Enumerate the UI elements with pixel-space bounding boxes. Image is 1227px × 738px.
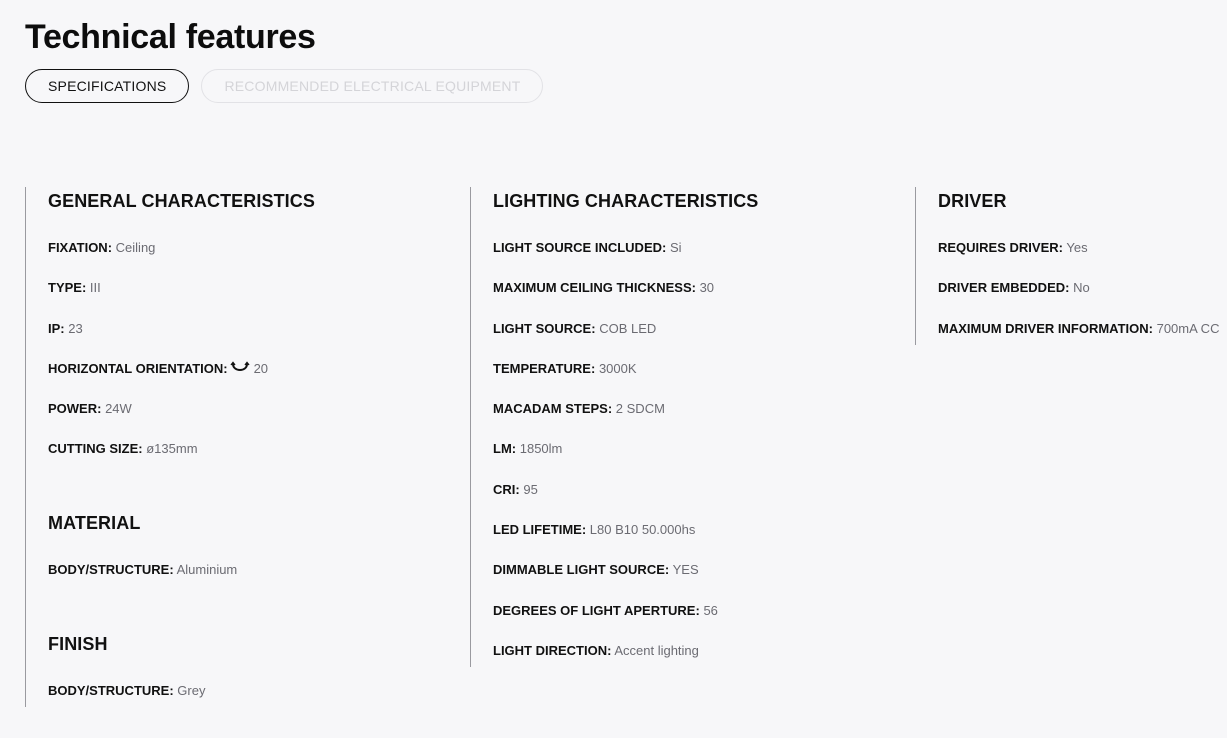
spec-label: TYPE: xyxy=(48,280,87,296)
spec-row-macadam-steps: MACADAM STEPS: 2 SDCM xyxy=(493,401,910,417)
driver-column: DRIVER REQUIRES DRIVER: Yes DRIVER EMBED… xyxy=(915,187,1227,345)
spec-label: POWER: xyxy=(48,401,102,417)
tab-bar: SPECIFICATIONS RECOMMENDED ELECTRICAL EQ… xyxy=(25,69,544,103)
spec-value: COB LED xyxy=(599,320,657,336)
driver-rows: REQUIRES DRIVER: Yes DRIVER EMBEDDED: No… xyxy=(938,240,1227,337)
spec-value: 56 xyxy=(703,602,718,618)
spec-row-ip: IP: 23 xyxy=(48,321,465,337)
spec-row-power: POWER: 24W xyxy=(48,401,465,417)
spec-value: Ceiling xyxy=(115,240,156,255)
spec-value: 24W xyxy=(105,401,132,417)
spec-row-light-source-included: LIGHT SOURCE INCLUDED: Si xyxy=(493,240,910,256)
spec-value: 23 xyxy=(68,320,83,336)
section-title-general: GENERAL CHARACTERISTICS xyxy=(48,191,315,211)
spec-row-driver-embedded: DRIVER EMBEDDED: No xyxy=(938,280,1227,296)
spec-row-type: TYPE: III xyxy=(48,280,465,296)
spec-value: Yes xyxy=(1066,240,1088,255)
spec-row-temperature: TEMPERATURE: 3000K xyxy=(493,361,910,377)
spec-label: LED LIFETIME: xyxy=(493,522,587,538)
spec-label: HORIZONTAL ORIENTATION: xyxy=(48,360,228,376)
spec-row-max-ceiling-thickness: MAXIMUM CEILING THICKNESS: 30 xyxy=(493,280,910,296)
general-rows: FIXATION: Ceiling TYPE: III IP: 23 HORIZ… xyxy=(48,240,465,457)
spec-value: Si xyxy=(669,240,682,255)
spec-row-cri: CRI: 95 xyxy=(493,482,910,498)
spec-label: LIGHT SOURCE INCLUDED: xyxy=(493,240,667,255)
spec-label: FIXATION: xyxy=(48,240,113,255)
spec-label: MACADAM STEPS: xyxy=(493,401,613,417)
spec-row-max-driver-info: MAXIMUM DRIVER INFORMATION: 700mA CC xyxy=(938,321,1227,337)
spec-row-horizontal-orientation: HORIZONTAL ORIENTATION: 20 xyxy=(48,361,465,377)
spec-label: CRI: xyxy=(493,481,520,497)
spec-label: BODY/STRUCTURE: xyxy=(48,562,174,578)
spec-label: LIGHT SOURCE: xyxy=(493,320,596,336)
spec-value: 3000K xyxy=(598,360,637,376)
spec-value: L80 B10 50.000hs xyxy=(589,522,696,538)
rotation-arc-icon xyxy=(230,361,250,377)
spec-row-cutting-size: CUTTING SIZE: ø135mm xyxy=(48,441,465,457)
spec-label: MAXIMUM DRIVER INFORMATION: xyxy=(938,320,1153,336)
section-title-lighting: LIGHTING CHARACTERISTICS xyxy=(493,191,759,211)
spec-row-fixation: FIXATION: Ceiling xyxy=(48,240,465,256)
spec-value: Grey xyxy=(177,683,206,699)
lighting-rows: LIGHT SOURCE INCLUDED: Si MAXIMUM CEILIN… xyxy=(493,240,910,659)
spec-value: 2 SDCM xyxy=(615,401,665,417)
spec-label: DIMMABLE LIGHT SOURCE: xyxy=(493,562,670,578)
section-title-material: MATERIAL xyxy=(48,513,141,534)
spec-value: Aluminium xyxy=(176,562,238,578)
spec-value: III xyxy=(89,280,101,296)
spec-row-light-aperture: DEGREES OF LIGHT APERTURE: 56 xyxy=(493,603,910,619)
section-title-finish: FINISH xyxy=(48,634,108,655)
spec-value: 30 xyxy=(699,280,715,296)
spec-label: LM: xyxy=(493,441,517,457)
spec-label: TEMPERATURE: xyxy=(493,360,596,376)
spec-row-material-body: BODY/STRUCTURE: Aluminium xyxy=(48,562,465,578)
spec-label: BODY/STRUCTURE: xyxy=(48,683,174,699)
spec-row-lm: LM: 1850lm xyxy=(493,441,910,457)
lighting-column: LIGHTING CHARACTERISTICS LIGHT SOURCE IN… xyxy=(470,187,910,667)
spec-label: DEGREES OF LIGHT APERTURE: xyxy=(493,602,700,618)
spec-row-requires-driver: REQUIRES DRIVER: Yes xyxy=(938,240,1227,256)
spec-value: 95 xyxy=(523,481,538,497)
finish-rows: BODY/STRUCTURE: Grey xyxy=(48,683,465,699)
spec-value: ø135mm xyxy=(146,441,198,457)
spec-label: REQUIRES DRIVER: xyxy=(938,240,1063,255)
spec-value: YES xyxy=(672,562,699,578)
spec-label: DRIVER EMBEDDED: xyxy=(938,280,1070,296)
spec-label: CUTTING SIZE: xyxy=(48,441,143,457)
spec-row-led-lifetime: LED LIFETIME: L80 B10 50.000hs xyxy=(493,522,910,538)
spec-value: 20 xyxy=(253,360,269,376)
section-title-driver: DRIVER xyxy=(938,191,1007,211)
general-column: GENERAL CHARACTERISTICS FIXATION: Ceilin… xyxy=(25,187,465,707)
spec-row-dimmable: DIMMABLE LIGHT SOURCE: YES xyxy=(493,562,910,578)
spec-row-light-direction: LIGHT DIRECTION: Accent lighting xyxy=(493,643,910,659)
spec-label: LIGHT DIRECTION: xyxy=(493,642,612,658)
spec-value: Accent lighting xyxy=(614,642,699,658)
spec-label: MAXIMUM CEILING THICKNESS: xyxy=(493,280,696,296)
spec-value: No xyxy=(1073,280,1090,296)
spec-value: 1850lm xyxy=(519,441,563,457)
page-title: Technical features xyxy=(25,18,316,56)
spec-value: 700mA CC xyxy=(1156,320,1220,336)
spec-row-finish-body: BODY/STRUCTURE: Grey xyxy=(48,683,465,699)
spec-label: IP: xyxy=(48,320,65,336)
tab-specifications[interactable]: SPECIFICATIONS xyxy=(25,69,190,103)
spec-row-light-source: LIGHT SOURCE: COB LED xyxy=(493,321,910,337)
material-rows: BODY/STRUCTURE: Aluminium xyxy=(48,562,465,578)
tab-recommended-electrical-equipment[interactable]: RECOMMENDED ELECTRICAL EQUIPMENT xyxy=(201,69,544,103)
